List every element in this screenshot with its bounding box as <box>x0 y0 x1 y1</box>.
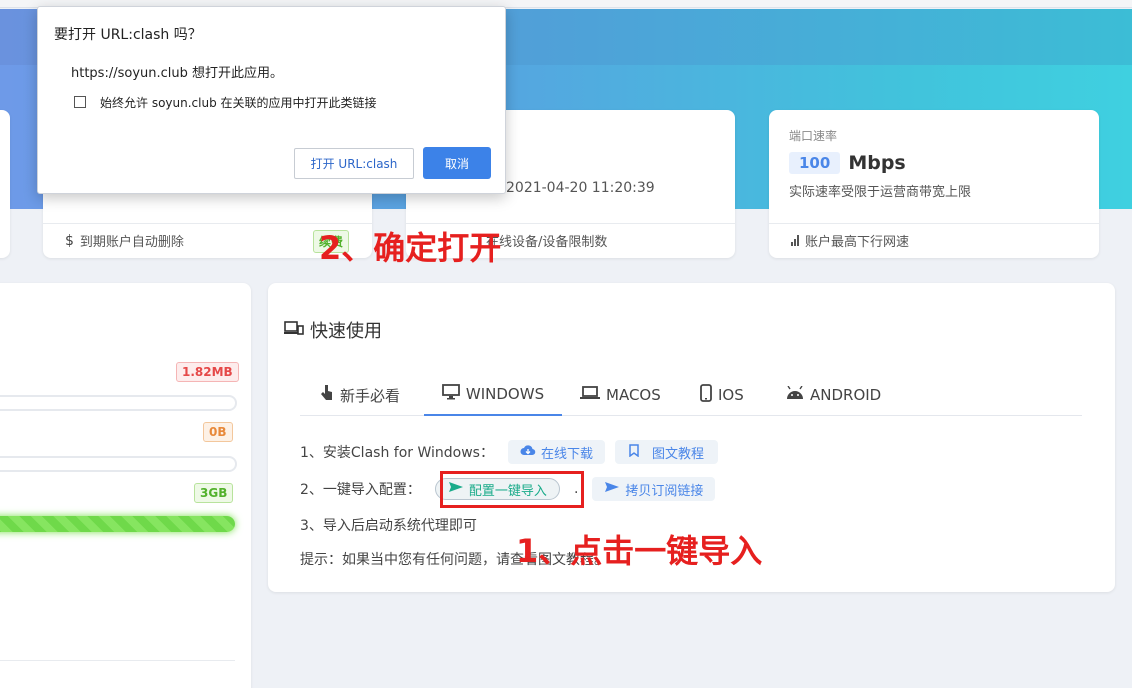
step-2-text: 2、一键导入配置： <box>300 482 421 498</box>
expire-card-footer-text: 到期账户自动删除 <box>79 235 184 250</box>
tab-android[interactable]: ANDROID <box>786 374 881 416</box>
annotation-step-1: 1、点击一键导入 <box>516 532 763 570</box>
tab-label: MACOS <box>606 386 661 404</box>
devices-icon <box>284 320 304 341</box>
device-card-datetime: 2021-04-20 11:20:39 <box>506 180 655 196</box>
tutorial-button-label: 图文教程 <box>651 446 704 462</box>
speed-card-footer-text: 账户最高下行网速 <box>805 235 910 250</box>
today-traffic-bar <box>0 456 237 472</box>
download-button-label: 在线下载 <box>540 446 593 462</box>
dialog-message: https://soyun.club 想打开此应用。 <box>71 66 284 81</box>
import-highlight-box <box>440 471 584 508</box>
hand-pointer-icon <box>320 384 334 406</box>
speed-card-label: 端口速率 <box>789 129 838 143</box>
open-url-button[interactable]: 打开 URL:clash <box>294 148 414 179</box>
send-icon <box>604 481 620 497</box>
dialog-title: 要打开 URL:clash 吗？ <box>54 27 202 43</box>
tab-label: 新手必看 <box>340 386 401 405</box>
speed-card-desc: 实际速率受限于运营商带宽上限 <box>789 185 972 200</box>
remain-traffic-bar <box>0 516 235 532</box>
cloud-download-icon <box>520 444 536 460</box>
stat-card-partial <box>0 110 10 258</box>
laptop-icon <box>580 386 600 404</box>
remain-traffic-badge: 3GB <box>194 483 234 503</box>
used-traffic-badge: 1.82MB <box>176 362 239 382</box>
quick-use-title-row: 快速使用 <box>284 317 382 343</box>
expire-card-footer: $ 到期账户自动删除 <box>65 231 184 251</box>
android-icon <box>786 385 804 404</box>
tab-macos[interactable]: MACOS <box>580 374 661 416</box>
tab-beginner[interactable]: 新手必看 <box>320 374 400 416</box>
device-card-footer: 在线设备/设备限制数 <box>486 235 608 250</box>
used-traffic-bar <box>0 395 237 411</box>
tab-label: ANDROID <box>810 386 882 404</box>
always-allow-checkbox[interactable] <box>74 96 86 108</box>
quick-use-title: 快速使用 <box>310 321 382 342</box>
tab-label: IOS <box>718 386 744 404</box>
dollar-icon: $ <box>65 232 74 249</box>
phone-icon <box>700 384 712 406</box>
always-allow-label: 始终允许 soyun.club 在关联的应用中打开此类链接 <box>100 96 377 110</box>
platform-tabs: 新手必看 WINDOWS MACOS IOS ANDROID <box>300 374 1082 416</box>
cancel-button[interactable]: 取消 <box>423 147 491 179</box>
copy-subscription-button[interactable]: 拷贝订阅链接 <box>592 477 716 501</box>
tab-windows[interactable]: WINDOWS <box>424 374 562 416</box>
open-app-dialog: 要打开 URL:clash 吗？ https://soyun.club 想打开此… <box>37 6 506 194</box>
bar-chart-icon <box>791 235 799 246</box>
annotation-step-2: 2、确定打开 <box>319 229 502 267</box>
bookmark-icon <box>629 443 639 461</box>
copy-subscription-label: 拷贝订阅链接 <box>625 483 704 499</box>
tab-ios[interactable]: IOS <box>700 374 744 416</box>
step-1-row: 1、安装Clash for Windows： 在线下载 图文教程 <box>300 440 718 464</box>
monitor-icon <box>442 384 460 404</box>
speed-value-row: 100 Mbps <box>789 152 906 174</box>
card-divider <box>769 223 1099 224</box>
step-3-text: 3、导入后启动系统代理即可 <box>300 518 477 534</box>
speed-unit: Mbps <box>848 152 906 174</box>
tutorial-button[interactable]: 图文教程 <box>614 440 718 464</box>
traffic-card: 1.82MB 0B 3GB <box>0 283 251 688</box>
speed-card: 端口速率 100 Mbps 实际速率受限于运营商带宽上限 账户最高下行网速 <box>769 110 1099 258</box>
card-divider <box>0 660 235 661</box>
speed-value: 100 <box>789 152 841 174</box>
tab-label: WINDOWS <box>465 385 545 403</box>
download-button[interactable]: 在线下载 <box>507 440 605 464</box>
step-1-text: 1、安装Clash for Windows： <box>300 445 494 461</box>
today-traffic-badge: 0B <box>203 422 233 442</box>
speed-card-footer: 账户最高下行网速 <box>791 231 909 250</box>
